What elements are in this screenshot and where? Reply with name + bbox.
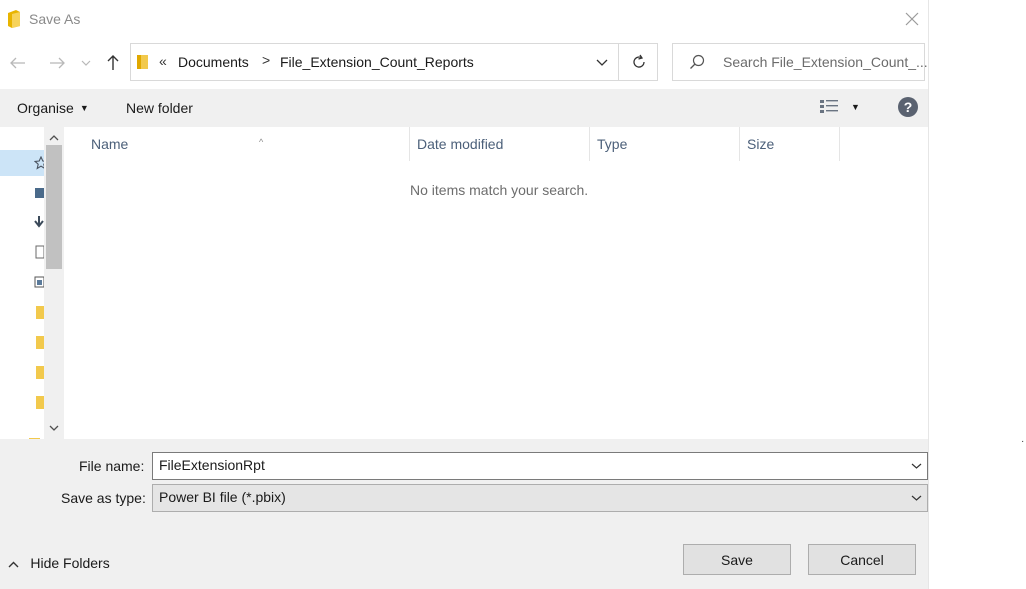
save-options-panel: File name: FileExtensionRpt Save as type… [0, 439, 928, 589]
nav-scrollbar[interactable] [44, 127, 64, 439]
chevron-down-icon [596, 59, 608, 66]
column-header-name[interactable]: ^ Name [83, 127, 410, 161]
title-bar: Save As [0, 0, 928, 38]
folder-icon[interactable] [34, 365, 44, 379]
folder-icon[interactable] [34, 305, 44, 319]
pictures-icon[interactable] [34, 275, 44, 289]
back-arrow-icon [10, 57, 25, 69]
column-header-type[interactable]: Type [589, 127, 740, 161]
chevron-down-icon [911, 463, 921, 469]
empty-list-message: No items match your search. [410, 182, 589, 198]
save-button[interactable]: Save [683, 544, 791, 575]
close-button[interactable] [896, 0, 928, 38]
address-bar[interactable]: « Documents > File_Extension_Count_Repor… [130, 43, 658, 81]
refresh-button[interactable] [618, 44, 659, 80]
save-as-type-select[interactable]: Power BI file (*.pbix) [152, 484, 928, 512]
column-label: Date modified [417, 136, 504, 152]
up-button[interactable] [100, 48, 126, 78]
scrollbar-thumb[interactable] [46, 145, 62, 269]
search-box[interactable]: Search File_Extension_Count_... [672, 43, 928, 81]
hide-folders-button[interactable]: Hide Folders [8, 555, 110, 571]
organise-label: Organise [17, 100, 74, 116]
back-button[interactable] [5, 48, 31, 78]
folder-icon[interactable] [34, 395, 44, 409]
folder-icon[interactable] [28, 431, 40, 439]
forward-button[interactable] [44, 48, 70, 78]
hide-folders-label: Hide Folders [30, 555, 110, 571]
save-as-type-value: Power BI file (*.pbix) [159, 489, 286, 505]
refresh-icon [633, 54, 645, 68]
organise-menu-button[interactable]: Organise ▼ [17, 100, 89, 116]
breadcrumb-documents[interactable]: Documents [178, 54, 249, 70]
chevron-up-icon [8, 557, 22, 571]
breadcrumb-overflow[interactable]: « [159, 53, 167, 69]
documents-icon[interactable] [34, 245, 44, 259]
forward-arrow-icon [50, 57, 65, 69]
help-icon[interactable]: ? [898, 97, 918, 117]
file-list: ^ Name Date modified Type Size No items … [64, 127, 928, 439]
view-options-icon [820, 100, 838, 113]
folder-icon[interactable] [34, 335, 44, 349]
window-title: Save As [29, 11, 81, 27]
up-arrow-icon [107, 55, 119, 70]
scroll-down-icon[interactable] [44, 419, 64, 437]
breadcrumb-separator[interactable]: > [262, 52, 270, 68]
column-label: Size [747, 136, 775, 152]
file-name-input[interactable]: FileExtensionRpt [152, 452, 928, 480]
navigation-pane [0, 127, 64, 439]
search-placeholder[interactable]: Search File_Extension_Count_... [723, 54, 928, 70]
breadcrumb-current-folder[interactable]: File_Extension_Count_Reports [280, 54, 474, 70]
save-as-dialog: Save As « Documents > File_Extension_Cou… [0, 0, 929, 589]
downloads-icon[interactable] [34, 215, 44, 229]
desktop-icon[interactable] [34, 186, 44, 200]
close-icon [905, 12, 919, 26]
background-mark: · [1021, 436, 1025, 447]
sort-ascending-icon: ^ [259, 137, 264, 147]
search-icon [689, 54, 705, 73]
file-name-dropdown[interactable] [907, 456, 925, 476]
view-caret-icon[interactable]: ▼ [851, 102, 860, 112]
save-as-type-label: Save as type: [61, 490, 146, 506]
recent-chevron-icon [81, 60, 91, 66]
chevron-down-icon [911, 495, 921, 501]
column-label: Type [597, 136, 628, 152]
file-name-value: FileExtensionRpt [159, 457, 265, 473]
address-dropdown-button[interactable] [586, 44, 618, 80]
caret-down-icon: ▼ [79, 103, 89, 113]
file-name-label: File name: [79, 458, 145, 474]
column-label: Name [91, 136, 129, 152]
command-bar: Organise ▼ New folder ▼ ? [0, 89, 928, 127]
recent-locations-button[interactable] [76, 48, 96, 78]
save-as-type-dropdown[interactable] [907, 488, 925, 508]
cancel-button[interactable]: Cancel [808, 544, 916, 575]
column-header-date-modified[interactable]: Date modified [409, 127, 590, 161]
column-header-size[interactable]: Size [739, 127, 840, 161]
app-folder-icon [6, 9, 22, 29]
new-folder-button[interactable]: New folder [126, 100, 193, 116]
view-options-button[interactable] [820, 100, 840, 117]
folder-icon [136, 54, 150, 73]
